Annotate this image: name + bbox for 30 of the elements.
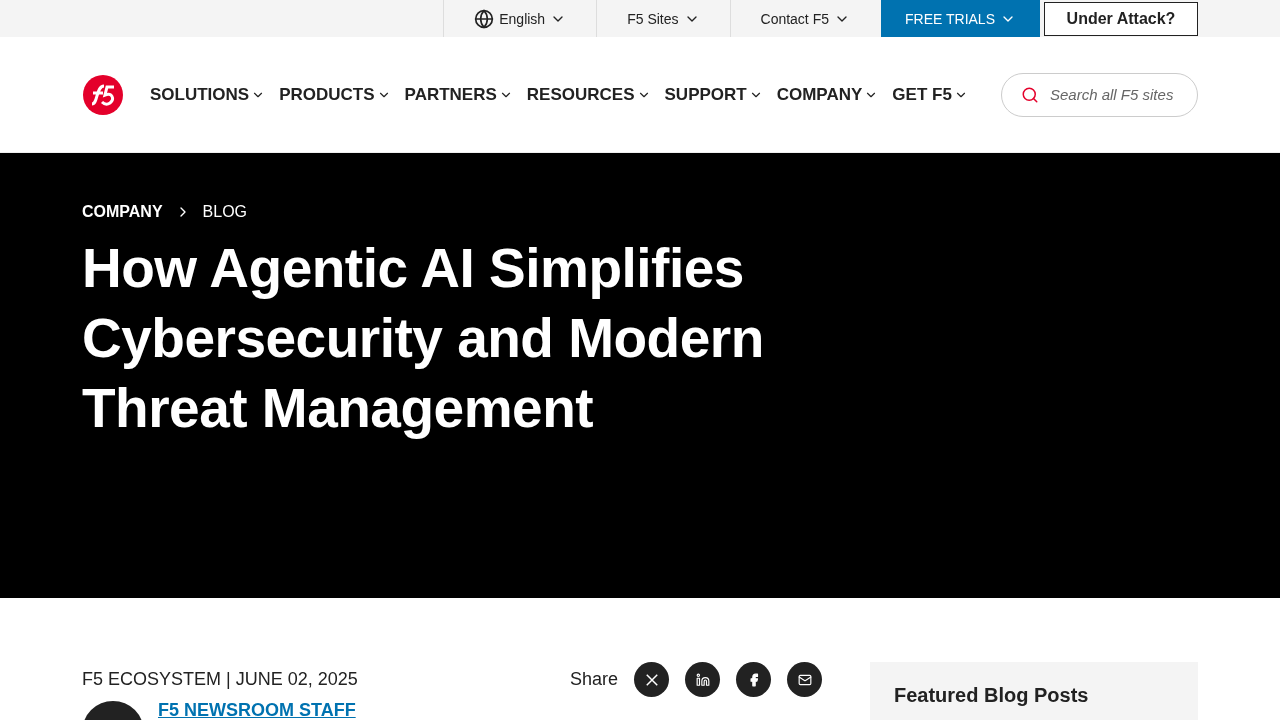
nav-menu-item[interactable]: COMPANY	[776, 84, 879, 105]
nav-menu-item[interactable]: SUPPORT	[664, 84, 763, 105]
featured-posts-heading: Featured Blog Posts	[894, 684, 1090, 707]
share-button[interactable]	[736, 662, 771, 697]
nav-menu-item[interactable]: PARTNERS	[404, 84, 513, 105]
language-selector[interactable]: English	[443, 0, 597, 37]
nav-menu-item[interactable]: RESOURCES	[526, 84, 651, 105]
article-title: How Agentic AI Simplifies Cybersecurity and Modern Threat Management	[82, 236, 765, 441]
share-label: Share	[569, 669, 618, 690]
author-link[interactable]: F5 NEWSROOM STAFF	[158, 699, 356, 720]
search-field[interactable]: Search all F5 sites	[1001, 72, 1198, 117]
nav-menu-item[interactable]: SOLUTIONS	[150, 84, 266, 105]
breadcrumb-link[interactable]: BLOG	[202, 203, 248, 221]
share-button[interactable]	[634, 662, 669, 697]
share-button[interactable]	[787, 662, 822, 697]
breadcrumb-link[interactable]: COMPANY	[82, 203, 163, 221]
email-icon	[797, 672, 812, 687]
share-button[interactable]	[685, 662, 720, 697]
nav-menu-item[interactable]: GET F5	[892, 84, 968, 105]
linkedin-icon	[695, 672, 710, 687]
under-attack-button[interactable]: Under Attack?	[1044, 2, 1198, 36]
f5-logo[interactable]	[82, 73, 124, 116]
free-trials-link[interactable]: FREE TRIALS	[881, 0, 1040, 37]
search-icon	[1021, 85, 1039, 104]
x-logo-icon	[644, 672, 659, 687]
globe-icon	[474, 8, 495, 29]
utility-link[interactable]: F5 Sites	[596, 0, 730, 37]
nav-menu-item[interactable]: PRODUCTS	[279, 84, 391, 105]
article-meta: F5 ECOSYSTEM | JUNE 02, 2025	[82, 669, 358, 690]
utility-link[interactable]: Contact F5	[729, 0, 880, 37]
